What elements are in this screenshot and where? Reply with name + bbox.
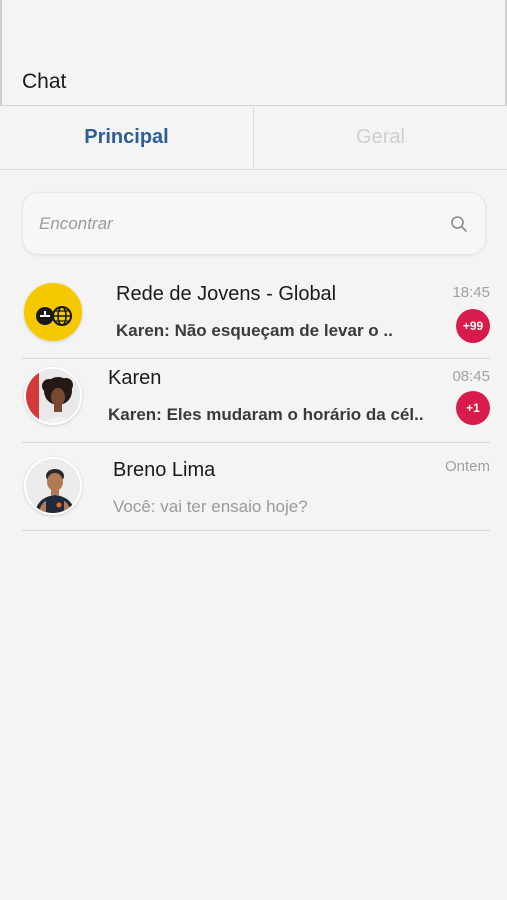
chat-screen: Chat Principal Geral Encontrar Rede de J… (0, 0, 507, 900)
group-logo-icon (24, 283, 82, 341)
chat-time: 08:45 (452, 368, 490, 385)
app-header: Chat (0, 0, 507, 106)
tab-geral[interactable]: Geral (254, 106, 507, 169)
chat-last-message: Karen: Não esqueçam de levar o .. (116, 321, 393, 340)
search-input[interactable] (39, 213, 449, 234)
search-bar (22, 192, 486, 255)
unread-badge: +99 (456, 309, 490, 343)
tab-bar: Principal Geral (0, 106, 507, 170)
user-avatar (24, 457, 82, 515)
tab-principal[interactable]: Principal (0, 106, 254, 169)
chat-name: Rede de Jovens - Global (116, 283, 337, 305)
chat-list-item[interactable]: Breno Lima Você: vai ter ensaio hoje? On… (22, 443, 490, 531)
chat-time: Ontem (444, 458, 490, 475)
chat-last-message: Você: vai ter ensaio hoje? (113, 497, 308, 516)
chat-last-message: Karen: Eles mudaram o horário da cél.. (108, 405, 424, 424)
chat-name: Karen (108, 367, 162, 389)
chat-list-item[interactable]: Rede de Jovens - Global Karen: Não esque… (22, 275, 490, 359)
search-icon[interactable] (449, 214, 469, 234)
unread-badge: +1 (456, 391, 490, 425)
chat-time: 18:45 (452, 284, 490, 301)
chat-name: Breno Lima (113, 459, 216, 481)
user-avatar (24, 367, 82, 425)
chat-list-item[interactable]: Karen Karen: Eles mudaram o horário da c… (22, 359, 490, 443)
page-title: Chat (22, 70, 67, 93)
